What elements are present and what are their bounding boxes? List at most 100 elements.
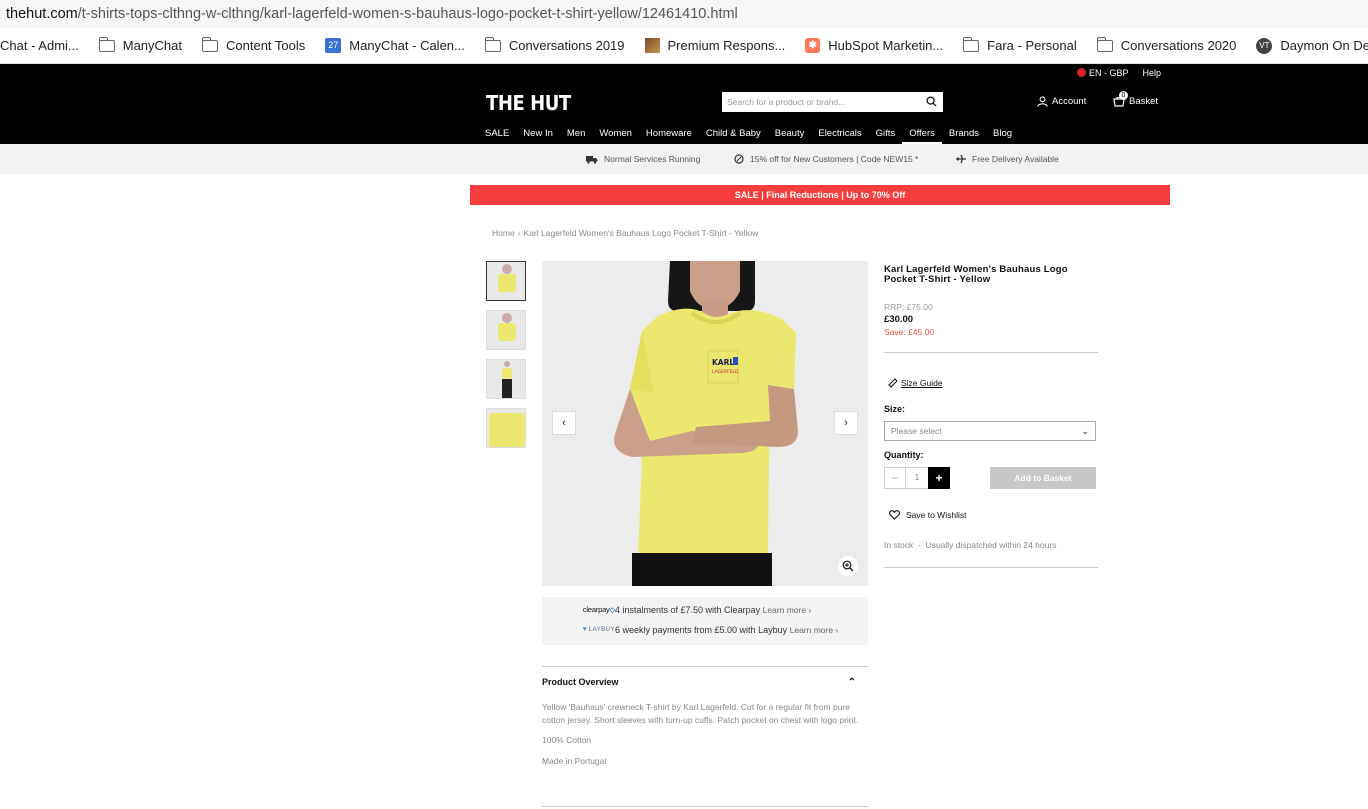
size-label: Size: (884, 404, 906, 414)
basket-count-badge: 0 (1119, 91, 1128, 100)
bookmark-item[interactable]: 27 ManyChat - Calen... (315, 28, 475, 63)
nav-blog[interactable]: Blog (986, 124, 1019, 144)
laybuy-logo: ♥ LAYBUY (582, 626, 615, 633)
bookmarks-bar: Chat - Admi... ManyChat Content Tools 27… (0, 28, 1368, 64)
divider (542, 806, 868, 807)
bookmark-item[interactable]: Conversations 2020 (1087, 28, 1247, 63)
plane-icon (956, 154, 966, 164)
usp-delivery: Free Delivery Available (956, 154, 1059, 164)
thumbnail-icon (644, 38, 660, 53)
save-to-wishlist-button[interactable]: Save to Wishlist (889, 510, 966, 520)
search-icon[interactable] (926, 96, 937, 107)
clearpay-text: 4 instalments of £7.50 with Clearpay (615, 604, 761, 615)
laybuy-learn-more[interactable]: Learn more › (790, 625, 839, 635)
folder-icon (484, 36, 501, 52)
quantity-increase-button[interactable]: + (928, 467, 950, 489)
bookmark-item[interactable]: Chat - Admi... (0, 28, 89, 63)
product-origin: Made in Portugal (542, 755, 607, 766)
logo-print: KARL (712, 358, 734, 367)
site-header: EN - GBP Help THE HUT Account 0 Basket S… (0, 64, 1368, 144)
breadcrumb: Home › Karl Lagerfeld Women's Bauhaus Logo… (492, 228, 758, 238)
nav-homeware[interactable]: Homeware (639, 124, 699, 144)
product-rrp: RRP: £75.00 (884, 302, 933, 312)
nav-child-baby[interactable]: Child & Baby (699, 124, 768, 144)
discount-tag-icon (734, 154, 744, 164)
bookmark-item[interactable]: Conversations 2019 (475, 28, 635, 63)
search-box (722, 92, 943, 112)
bookmark-item[interactable]: ManyChat (89, 28, 192, 63)
product-saving: Save: £45.00 (884, 327, 935, 337)
usp-services: Normal Services Running (586, 154, 700, 164)
folder-icon (202, 36, 218, 52)
uk-flag-icon (1076, 68, 1086, 77)
chevron-down-icon: ⌄ (1081, 426, 1089, 436)
bookmark-item[interactable]: ✱ HubSpot Marketin... (795, 28, 953, 63)
nav-new-in[interactable]: New In (516, 124, 560, 144)
product-overview-toggle[interactable]: Product Overview ⌃ (542, 667, 868, 697)
size-guide-link[interactable]: Size Guide (888, 378, 943, 388)
nav-electricals[interactable]: Electricals (811, 124, 868, 144)
thumbnail-3[interactable] (486, 359, 526, 399)
main-nav: SALE New In Men Women Homeware Child & B… (478, 124, 1019, 144)
ruler-icon (888, 378, 898, 388)
bookmark-item[interactable]: Fara - Personal (953, 28, 1087, 63)
add-to-basket-button[interactable]: Add to Basket (990, 467, 1096, 489)
help-link[interactable]: Help (1142, 68, 1161, 78)
chevron-up-icon: ⌃ (847, 676, 856, 688)
next-image-button[interactable]: › (834, 411, 858, 435)
product-price: £30.00 (884, 314, 914, 325)
quantity-decrease-button[interactable]: − (884, 467, 906, 489)
quantity-label: Quantity: (884, 450, 924, 460)
folder-icon (1096, 36, 1113, 52)
nav-offers[interactable]: Offers (902, 124, 942, 144)
thumbnail-list (486, 261, 526, 448)
url-path: /t-shirts-tops-clthng-w-clthng/karl-lage… (77, 6, 738, 22)
quantity-stepper: − 1 + (884, 467, 950, 489)
product-overview-heading: Product Overview (542, 677, 619, 687)
utility-links: EN - GBP Help (1076, 68, 1161, 78)
quantity-input[interactable]: 1 (906, 467, 928, 489)
search-input[interactable] (722, 93, 917, 111)
breadcrumb-home[interactable]: Home (492, 228, 515, 238)
folder-icon (98, 36, 115, 52)
product-photo: KARL LAGERFELD (542, 261, 868, 586)
bookmark-item[interactable]: Premium Respons... (635, 28, 796, 63)
address-bar[interactable]: thehut.com/t-shirts-tops-clthng-w-clthng… (0, 0, 1368, 28)
delivery-truck-icon (586, 155, 598, 164)
breadcrumb-current: Karl Lagerfeld Women's Bauhaus Logo Pock… (523, 228, 759, 238)
clearpay-logo: clearpay◇ (582, 605, 615, 614)
account-link[interactable]: Account (1037, 96, 1086, 107)
clearpay-row: clearpay◇ 4 instalments of £7.50 with Cl… (542, 604, 868, 615)
nav-brands[interactable]: Brands (942, 124, 986, 144)
hubspot-icon: ✱ (805, 38, 821, 53)
size-select[interactable]: Please select ⌄ (884, 421, 1096, 441)
product-main-image[interactable]: KARL LAGERFELD ‹ › (542, 261, 868, 586)
thumbnail-2[interactable] (486, 310, 526, 350)
sale-banner[interactable]: SALE | Final Reductions | Up to 70% Off (470, 185, 1170, 205)
calendar-icon: 27 (325, 38, 342, 53)
user-icon (1037, 96, 1048, 107)
prev-image-button[interactable]: ‹ (552, 411, 576, 435)
zoom-icon[interactable] (838, 556, 858, 576)
site-logo[interactable]: THE HUT (486, 91, 571, 115)
nav-women[interactable]: Women (592, 124, 639, 144)
usp-bar: Normal Services Running 15% off for New … (0, 144, 1368, 174)
nav-gifts[interactable]: Gifts (869, 124, 903, 144)
product-material: 100% Cotton (542, 735, 592, 745)
nav-men[interactable]: Men (560, 124, 592, 144)
nav-sale[interactable]: SALE (478, 124, 516, 144)
nav-beauty[interactable]: Beauty (768, 124, 812, 144)
heart-icon (889, 510, 900, 520)
svg-text:LAGERFELD: LAGERFELD (712, 369, 739, 375)
basket-link[interactable]: 0 Basket (1113, 91, 1158, 107)
url-host: thehut.com (6, 6, 78, 22)
divider (884, 352, 1098, 353)
thumbnail-4[interactable] (486, 408, 526, 448)
thumbnail-1[interactable] (486, 261, 526, 301)
locale-selector[interactable]: EN - GBP (1076, 68, 1128, 78)
usp-discount[interactable]: 15% off for New Customers | Code NEW15 * (734, 154, 918, 164)
clearpay-learn-more[interactable]: Learn more › (763, 605, 812, 615)
product-overview-section: Product Overview ⌃ Yellow 'Bauhaus' crew… (542, 666, 868, 775)
bookmark-item[interactable]: Content Tools (192, 28, 315, 63)
bookmark-item[interactable]: VTDaymon On Dema... (1246, 28, 1368, 63)
